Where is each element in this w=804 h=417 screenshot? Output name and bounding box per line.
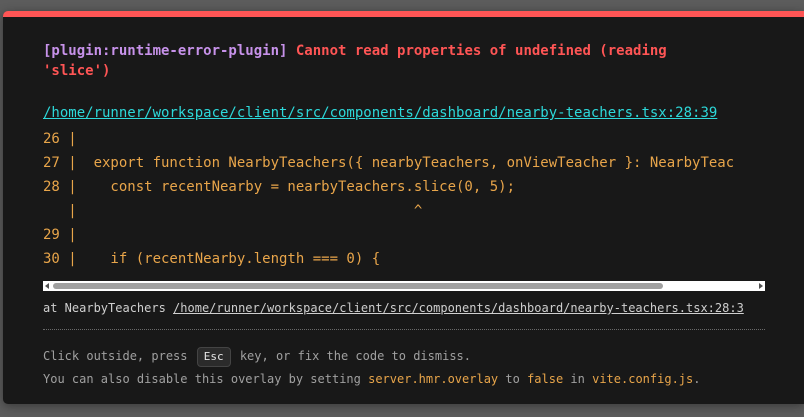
tip-text: . (693, 372, 701, 386)
tip-text: You can also disable this overlay by set… (43, 372, 369, 386)
code-line: 26 | (43, 131, 77, 147)
stack-trace: at NearbyTeachers /home/runner/workspace… (43, 300, 765, 316)
code-line: 30 | if (recentNearby.length === 0) { (43, 251, 381, 267)
tip-text: in (563, 372, 593, 386)
scrollbar-thumb[interactable] (53, 283, 663, 289)
scroll-left-arrow-icon[interactable] (45, 283, 49, 289)
plugin-name: [plugin:runtime-error-plugin] (43, 43, 288, 59)
tip-text: to (498, 372, 528, 386)
code-frame: 26 | 27 | export function NearbyTeachers(… (43, 127, 765, 282)
code-line: 28 | const recentNearby = nearbyTeachers… (43, 179, 516, 195)
setting-name: server.hmr.overlay (368, 372, 499, 386)
config-file-name: vite.config.js (592, 372, 694, 386)
stack-trace-link[interactable]: /home/runner/workspace/client/src/compon… (173, 301, 744, 315)
esc-key-badge: Esc (196, 346, 231, 367)
tip-text-after: key, or fix the code to dismiss. (232, 349, 472, 363)
tip-text-before: Click outside, press (43, 349, 195, 363)
overlay-divider (43, 329, 765, 330)
error-overlay: [plugin:runtime-error-plugin] Cannot rea… (3, 11, 804, 404)
dismiss-tip: Click outside, press Esc key, or fix the… (43, 346, 471, 367)
error-message: [plugin:runtime-error-plugin] Cannot rea… (43, 41, 743, 81)
error-file-link[interactable]: /home/runner/workspace/client/src/compon… (43, 104, 717, 122)
setting-value: false (527, 372, 564, 386)
scroll-right-arrow-icon[interactable] (759, 283, 763, 289)
code-line-caret: | ^ (43, 203, 423, 219)
code-frame-horizontal-scrollbar[interactable] (43, 281, 765, 291)
code-frame-content: 26 | 27 | export function NearbyTeachers(… (43, 127, 765, 271)
code-line: 27 | export function NearbyTeachers({ ne… (43, 155, 735, 171)
stack-prefix: at NearbyTeachers (43, 301, 174, 315)
disable-overlay-tip: You can also disable this overlay by set… (43, 369, 700, 389)
code-line: 29 | (43, 227, 77, 243)
